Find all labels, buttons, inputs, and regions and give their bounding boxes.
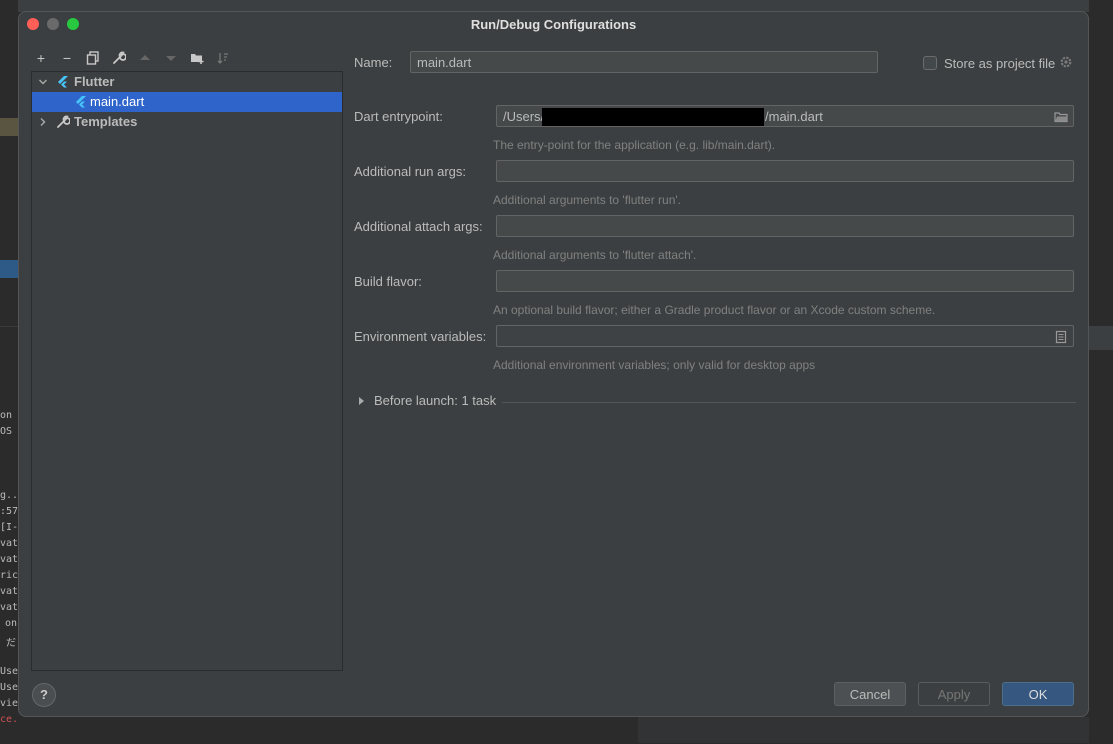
console-text: vat [0,602,18,613]
before-launch-toggle[interactable]: Before launch: 1 task [374,393,496,408]
console-text: vat [0,586,18,597]
env-vars-field[interactable] [496,325,1074,347]
move-down-button[interactable] [162,49,180,67]
console-text: ric [0,570,18,581]
env-vars-hint: Additional environment variables; only v… [493,358,816,372]
ide-background-left [0,0,18,744]
ide-background-bottom [18,717,1089,743]
name-input[interactable]: main.dart [410,51,878,73]
flutter-icon [74,95,88,109]
tree-label-main-dart: main.dart [90,94,145,109]
before-launch-divider [502,402,1076,403]
flutter-icon [56,75,70,89]
wrench-icon [56,115,71,129]
folder-add-icon [191,54,204,64]
copy-configuration-button[interactable] [84,49,102,67]
cancel-button[interactable]: Cancel [834,682,906,706]
redacted-path [542,108,764,126]
tree-item-flutter[interactable]: Flutter [32,72,342,92]
run-args-hint: Additional arguments to 'flutter run'. [493,193,682,207]
gear-icon[interactable] [1059,55,1073,69]
dart-entrypoint-label: Dart entrypoint: [354,109,443,124]
name-label: Name: [354,55,393,70]
console-text: Use [0,682,18,693]
console-text: g.. [0,490,18,501]
title-bar: Run/Debug Configurations [18,11,1089,38]
new-folder-button[interactable] [188,49,206,67]
attach-args-hint: Additional arguments to 'flutter attach'… [493,248,697,262]
tree-item-templates[interactable]: Templates [32,112,342,132]
attach-args-input[interactable] [496,215,1074,237]
run-args-input[interactable] [496,160,1074,182]
arrow-up-icon [140,55,150,60]
apply-button[interactable]: Apply [918,682,990,706]
edit-templates-button[interactable] [110,49,128,67]
remove-configuration-button[interactable]: − [58,49,76,67]
dart-entrypoint-field[interactable]: /Users/ /main.dart [496,105,1074,127]
entrypoint-suffix: /main.dart [765,109,823,124]
build-flavor-hint: An optional build flavor; either a Gradl… [493,303,936,317]
sort-button[interactable] [214,49,232,67]
editor-highlight [0,118,18,136]
ide-status-area [638,717,1089,743]
env-vars-label: Environment variables: [354,329,487,344]
store-as-project-file-checkbox[interactable] [923,56,937,70]
run-args-label: Additional run args: [354,164,467,179]
build-flavor-input[interactable] [496,270,1074,292]
chevron-right-icon[interactable] [38,112,48,135]
move-up-button[interactable] [136,49,154,67]
document-icon[interactable] [1054,329,1068,344]
tree-item-main-dart[interactable]: main.dart [32,92,342,112]
console-text: OS [0,426,13,437]
entrypoint-prefix: /Users/ [503,109,545,124]
help-button[interactable]: ? [32,683,56,707]
editor-selection [0,260,18,278]
wrench-icon [113,51,127,64]
console-text: vat [0,554,18,565]
dart-entrypoint-hint: The entry-point for the application (e.g… [493,138,776,152]
configuration-tree: Flutter main.dart Templates [31,71,343,671]
attach-args-label: Additional attach args: [354,219,483,234]
ide-tool-band [1089,326,1113,350]
expand-triangle-icon[interactable] [359,397,364,405]
console-text: Use [0,666,18,677]
store-as-project-file-label: Store as project file [944,56,1056,71]
console-text: on [0,410,13,421]
console-text: :57 [0,506,18,517]
arrow-down-icon [166,56,176,61]
console-text: vat [0,538,18,549]
sort-icon [217,53,228,64]
tree-label-templates: Templates [74,114,138,129]
ok-button[interactable]: OK [1002,682,1074,706]
console-text: [I- [0,522,18,533]
add-configuration-button[interactable]: + [32,49,50,67]
folder-icon[interactable] [1054,109,1068,123]
run-debug-dialog: Run/Debug Configurations + − Flutter mai… [18,11,1089,717]
ide-background-right [1089,0,1113,743]
copy-icon [86,51,99,65]
tree-label-flutter: Flutter [74,74,115,89]
console-text: vie [0,698,18,709]
console-text: ce. [0,714,18,725]
dialog-title: Run/Debug Configurations [470,17,637,32]
build-flavor-label: Build flavor: [354,274,422,289]
